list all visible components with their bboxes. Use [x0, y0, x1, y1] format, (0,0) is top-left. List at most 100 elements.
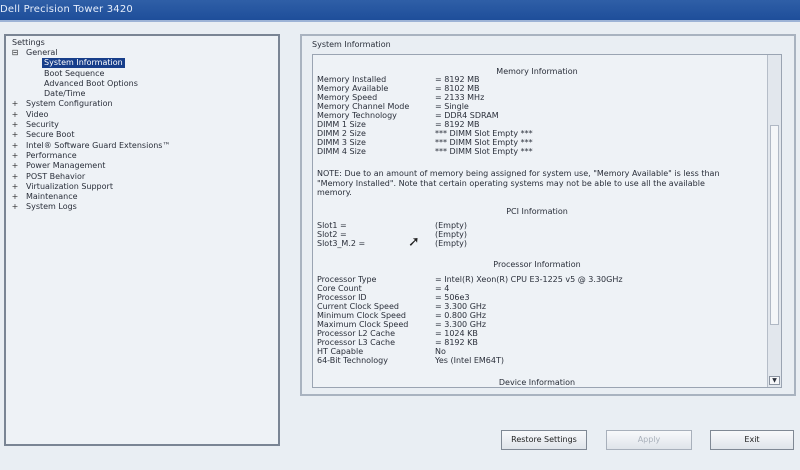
sidebar-item-post-behavior[interactable]: + POST Behavior — [10, 172, 276, 182]
sidebar-item-label: General — [26, 48, 58, 57]
memory-value: *** DIMM Slot Empty *** — [435, 138, 533, 147]
processor-key: Minimum Clock Speed — [317, 311, 406, 320]
expand-icon[interactable]: + — [11, 202, 19, 212]
sidebar-item-label: Maintenance — [26, 192, 78, 202]
memory-key: Memory Speed — [317, 93, 378, 102]
sidebar-item-maintenance[interactable]: + Maintenance — [10, 192, 276, 202]
pci-value: (Empty) — [435, 230, 468, 239]
expand-icon[interactable]: + — [11, 172, 19, 182]
sidebar-item-date-time[interactable]: Date/Time — [10, 89, 276, 99]
sidebar-item-virtualization-support[interactable]: + Virtualization Support — [10, 182, 276, 192]
memory-row: Memory Channel Mode = Single — [317, 102, 757, 111]
sidebar-item-label: Performance — [26, 150, 77, 160]
scrollbar-thumb[interactable] — [770, 125, 779, 325]
memory-key: Memory Available — [317, 84, 389, 93]
memory-value: = 8192 MB — [435, 120, 480, 129]
memory-key: Memory Installed — [317, 75, 387, 84]
sidebar-item-label: Advanced Boot Options — [44, 78, 138, 88]
memory-row: DIMM 2 Size *** DIMM Slot Empty *** — [317, 129, 757, 138]
window-title: Dell Precision Tower 3420 — [0, 4, 133, 15]
memory-key: Memory Technology — [317, 111, 397, 120]
memory-value: = Single — [435, 102, 469, 111]
sidebar-item-label: Video — [26, 109, 49, 119]
processor-information-title: Processor Information — [493, 260, 581, 269]
processor-row: Processor ID = 506e3 — [317, 293, 757, 302]
sidebar-item-system-configuration[interactable]: + System Configuration — [10, 99, 276, 109]
sidebar-item-video[interactable]: + Video — [10, 110, 276, 120]
sidebar-item-label: Date/Time — [44, 89, 86, 99]
sidebar-item-label: POST Behavior — [26, 171, 86, 181]
pci-information-title: PCI Information — [506, 207, 568, 216]
memory-key: DIMM 2 Size — [317, 129, 366, 138]
sidebar-item-intel-software-guard-extensions[interactable]: + Intel® Software Guard Extensions™ — [10, 141, 276, 151]
system-information-box: Memory Information Memory Installed = 819… — [312, 54, 782, 388]
processor-row: Current Clock Speed = 3.300 GHz — [317, 302, 757, 311]
memory-key: DIMM 3 Size — [317, 138, 366, 147]
memory-value: = DDR4 SDRAM — [435, 111, 499, 120]
processor-value: Yes (Intel EM64T) — [435, 356, 504, 365]
processor-row: Processor L3 Cache = 8192 KB — [317, 338, 757, 347]
memory-key: Memory Channel Mode — [317, 102, 410, 111]
expand-icon[interactable]: + — [11, 182, 19, 192]
pci-row: Slot3_M.2 = (Empty) — [317, 239, 757, 248]
pci-value: (Empty) — [435, 221, 468, 230]
exit-button[interactable]: Exit — [710, 430, 794, 450]
processor-value: = Intel(R) Xeon(R) CPU E3-1225 v5 @ 3.30… — [435, 275, 623, 284]
sidebar-item-label: System Configuration — [26, 99, 113, 109]
sidebar-item-label: Power Management — [26, 161, 106, 171]
expand-icon[interactable]: + — [11, 120, 19, 130]
processor-row: Core Count = 4 — [317, 284, 757, 293]
processor-row: Processor L2 Cache = 1024 KB — [317, 329, 757, 338]
settings-tree: ⊟ General System Information Boot Sequence A… — [10, 48, 276, 213]
processor-value: = 1024 KB — [435, 329, 478, 338]
processor-value: = 3.300 GHz — [435, 302, 487, 311]
sidebar-item-system-information[interactable]: System Information — [10, 58, 276, 69]
pci-key: Slot3_M.2 = — [317, 239, 366, 248]
processor-row: HT Capable No — [317, 347, 757, 356]
processor-value: = 8192 KB — [435, 338, 478, 347]
sidebar-item-label: Intel® Software Guard Extensions™ — [26, 140, 171, 150]
expand-icon[interactable]: + — [11, 151, 19, 161]
system-information-group-label: System Information — [312, 40, 391, 49]
memory-note: NOTE: Due to an amount of memory being a… — [317, 169, 720, 197]
expand-icon[interactable]: + — [11, 161, 19, 171]
processor-value: = 506e3 — [435, 293, 470, 302]
sidebar-item-performance[interactable]: + Performance — [10, 151, 276, 161]
restore-settings-button[interactable]: Restore Settings — [501, 430, 587, 450]
memory-value: *** DIMM Slot Empty *** — [435, 147, 533, 156]
sidebar-item-general[interactable]: ⊟ General — [10, 48, 276, 58]
collapse-icon[interactable]: ⊟ — [11, 48, 19, 58]
processor-row: Maximum Clock Speed = 3.300 GHz — [317, 320, 757, 329]
sidebar-item-system-logs[interactable]: + System Logs — [10, 202, 276, 212]
memory-row: Memory Installed = 8192 MB — [317, 75, 757, 84]
expand-icon[interactable]: + — [11, 110, 19, 120]
sidebar-item-advanced-boot-options[interactable]: Advanced Boot Options — [10, 79, 276, 89]
processor-value: No — [435, 347, 446, 356]
sidebar-item-label: Secure Boot — [26, 130, 75, 140]
expand-icon[interactable]: + — [11, 141, 19, 151]
memory-value: = 8102 MB — [435, 84, 480, 93]
memory-row: Memory Available = 8102 MB — [317, 84, 757, 93]
settings-tree-panel: Settings ⊟ General System Information Boot … — [4, 34, 280, 446]
memory-value: = 8192 MB — [435, 75, 480, 84]
vertical-scrollbar[interactable]: ▼ — [767, 55, 781, 387]
scroll-down-arrow-icon[interactable]: ▼ — [769, 376, 780, 385]
expand-icon[interactable]: + — [11, 192, 19, 202]
expand-icon[interactable]: + — [11, 99, 19, 109]
sidebar-item-secure-boot[interactable]: + Secure Boot — [10, 130, 276, 140]
sidebar-item-security[interactable]: + Security — [10, 120, 276, 130]
processor-key: Processor ID — [317, 293, 367, 302]
system-information-panel: System Information Memory Information Me… — [300, 34, 796, 396]
processor-key: Core Count — [317, 284, 362, 293]
processor-key: Processor L3 Cache — [317, 338, 396, 347]
expand-icon[interactable]: + — [11, 130, 19, 140]
apply-button[interactable]: Apply — [606, 430, 692, 450]
pci-value: (Empty) — [435, 239, 468, 248]
sidebar-item-label: System Logs — [26, 202, 77, 212]
pci-key: Slot2 = — [317, 230, 347, 239]
sidebar-item-boot-sequence[interactable]: Boot Sequence — [10, 69, 276, 79]
sidebar-item-label: System Information — [42, 58, 125, 69]
sidebar-item-power-management[interactable]: + Power Management — [10, 161, 276, 171]
memory-key: DIMM 1 Size — [317, 120, 366, 129]
memory-row: Memory Speed = 2133 MHz — [317, 93, 757, 102]
